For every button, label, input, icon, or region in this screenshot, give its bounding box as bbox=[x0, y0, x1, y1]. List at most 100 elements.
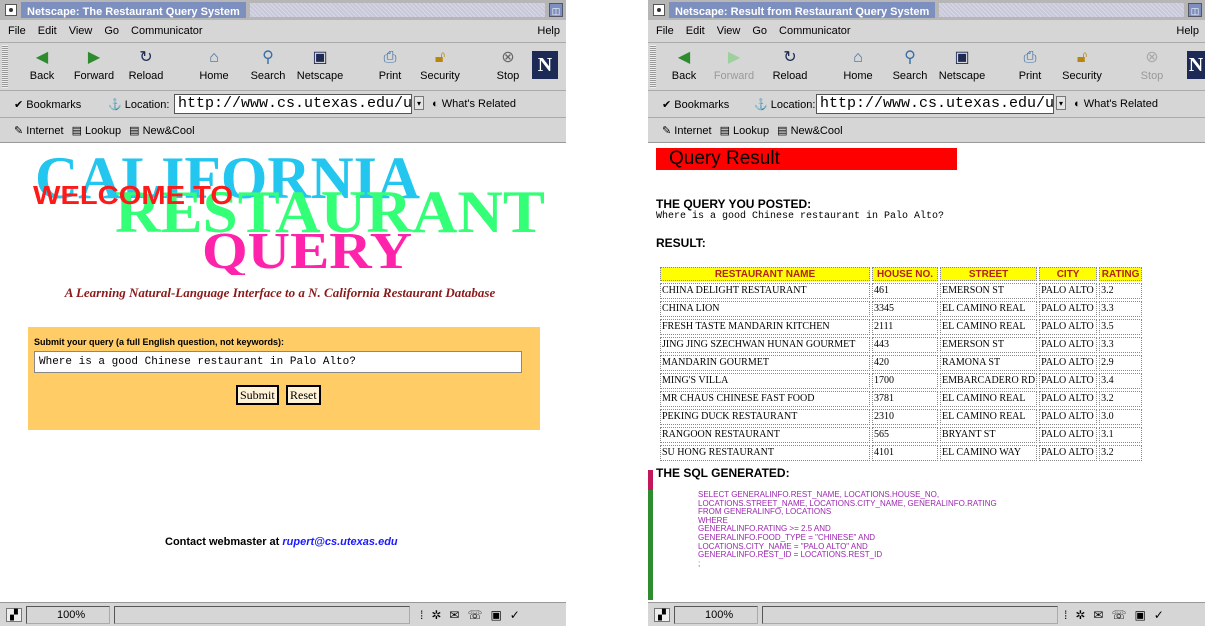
reload-label: Reload bbox=[128, 70, 164, 82]
security-button[interactable]: 🔓︎ Security bbox=[414, 48, 466, 82]
personal-item-lookup[interactable]: ▤ Lookup bbox=[720, 124, 770, 137]
security-button[interactable]: 🔓︎ Security bbox=[1056, 48, 1108, 82]
forward-button[interactable]: ▶ Forward bbox=[68, 48, 120, 82]
table-cell: EMERSON ST bbox=[940, 283, 1038, 299]
back-button[interactable]: ◀ Back bbox=[16, 48, 68, 82]
navigation-toolbar: ◀ Back ▶ Forward ↻ Reload ⌂ Home ⚲ Search ▣ Ne… bbox=[0, 43, 566, 91]
stop-button[interactable]: ⊗ Stop bbox=[1126, 48, 1178, 82]
table-cell: PALO ALTO bbox=[1039, 445, 1098, 461]
stop-button[interactable]: ⊗ Stop bbox=[482, 48, 534, 82]
location-input[interactable]: http://www.cs.utexas.edu/users/ bbox=[174, 94, 412, 114]
menu-help[interactable]: Help bbox=[531, 25, 566, 37]
menu-help[interactable]: Help bbox=[1170, 25, 1205, 37]
page-subtitle: A Learning Natural-Language Interface to… bbox=[64, 285, 496, 300]
reload-label: Reload bbox=[772, 70, 808, 82]
reload-button[interactable]: ↻ Reload bbox=[764, 48, 816, 82]
column-header: RATING bbox=[1099, 267, 1143, 281]
search-button[interactable]: ⚲ Search bbox=[884, 48, 936, 82]
bookmarks-label: Bookmarks bbox=[26, 99, 82, 111]
netscape-logo[interactable]: N bbox=[532, 51, 558, 79]
netscape-button[interactable]: ▣ Netscape bbox=[936, 48, 988, 82]
title-bar-stripe bbox=[939, 3, 1184, 17]
home-label: Home bbox=[199, 70, 229, 82]
netscape-label: Netscape bbox=[938, 70, 986, 82]
home-label: Home bbox=[843, 70, 873, 82]
maximize-icon[interactable]: ◫ bbox=[1188, 3, 1202, 17]
location-dropdown-icon[interactable]: ▾ bbox=[414, 96, 424, 110]
browser-window-result: Netscape: Result from Restaurant Query S… bbox=[648, 0, 1205, 626]
query-form: Submit your query (a full English questi… bbox=[28, 327, 540, 430]
security-status-icon[interactable]: ▞ bbox=[654, 608, 670, 622]
table-cell: 3.1 bbox=[1099, 427, 1143, 443]
personal-item-newcool[interactable]: ▤ New&Cool bbox=[129, 124, 194, 137]
netscape-logo[interactable]: N bbox=[1187, 51, 1205, 79]
menu-communicator[interactable]: Communicator bbox=[125, 25, 209, 37]
toolbar-grip[interactable] bbox=[2, 45, 8, 88]
window-menu-icon[interactable] bbox=[653, 4, 665, 16]
security-status-icon[interactable]: ▞ bbox=[6, 608, 22, 622]
personal-item-newcool[interactable]: ▤ New&Cool bbox=[777, 124, 842, 137]
forward-button[interactable]: ▶ Forward bbox=[708, 48, 760, 82]
home-button[interactable]: ⌂ Home bbox=[832, 48, 884, 82]
table-cell: 3.3 bbox=[1099, 337, 1143, 353]
back-button[interactable]: ◀ Back bbox=[658, 48, 710, 82]
print-button[interactable]: ⎙ Print bbox=[364, 48, 416, 82]
title-bar[interactable]: Netscape: Result from Restaurant Query S… bbox=[648, 0, 1205, 20]
menu-file[interactable]: File bbox=[0, 25, 32, 37]
table-cell: 420 bbox=[872, 355, 938, 371]
column-header: HOUSE NO. bbox=[872, 267, 938, 281]
security-label: Security bbox=[1062, 70, 1102, 82]
menu-edit[interactable]: Edit bbox=[680, 25, 711, 37]
menu-view[interactable]: View bbox=[711, 25, 747, 37]
home-icon: ⌂ bbox=[209, 49, 219, 66]
back-label: Back bbox=[29, 70, 55, 82]
personal-item-internet[interactable]: ✎ Internet bbox=[662, 124, 712, 137]
whats-related-button[interactable]: ◐ What's Related bbox=[432, 98, 516, 110]
component-bar-icons[interactable]: ⁞✲✉☏▣✓ bbox=[420, 608, 528, 622]
table-cell: 3781 bbox=[872, 391, 938, 407]
table-cell: 4101 bbox=[872, 445, 938, 461]
submit-button[interactable]: Submit bbox=[236, 385, 279, 405]
location-dropdown-icon[interactable]: ▾ bbox=[1056, 96, 1066, 110]
search-button[interactable]: ⚲ Search bbox=[242, 48, 294, 82]
location-toolbar: ✔ Bookmarks ⚓ Location: http://www.cs.ut… bbox=[648, 91, 1205, 118]
status-message bbox=[114, 606, 410, 624]
whats-related-button[interactable]: ◐ What's Related bbox=[1074, 98, 1158, 110]
table-row: RANGOON RESTAURANT 565 BRYANT ST PALO ALTO 3… bbox=[660, 427, 1143, 443]
menu-communicator[interactable]: Communicator bbox=[773, 25, 857, 37]
search-label: Search bbox=[250, 70, 286, 82]
home-button[interactable]: ⌂ Home bbox=[188, 48, 240, 82]
menu-go[interactable]: Go bbox=[746, 25, 773, 37]
results-header-row: RESTAURANT NAME HOUSE NO. STREET CITY RA… bbox=[660, 267, 1143, 281]
window-menu-icon[interactable] bbox=[5, 4, 17, 16]
bookmarks-button[interactable]: ✔ Bookmarks bbox=[662, 98, 729, 111]
menu-view[interactable]: View bbox=[63, 25, 99, 37]
netscape-button[interactable]: ▣ Netscape bbox=[294, 48, 346, 82]
maximize-icon[interactable]: ◫ bbox=[549, 3, 563, 17]
table-row: JING JING SZECHWAN HUNAN GOURMET 443 EMERS… bbox=[660, 337, 1143, 353]
table-cell: 3.5 bbox=[1099, 319, 1143, 335]
query-input[interactable]: Where is a good Chinese restaurant in Pa… bbox=[34, 351, 522, 373]
toolbar-grip[interactable] bbox=[650, 45, 656, 88]
webmaster-email-link[interactable]: rupert@cs.utexas.edu bbox=[282, 536, 397, 548]
table-cell: 565 bbox=[872, 427, 938, 443]
location-input[interactable]: http://www.cs.utexas.edu/users/ bbox=[816, 94, 1054, 114]
table-row: PEKING DUCK RESTAURANT 2310 EL CAMINO REAL… bbox=[660, 409, 1143, 425]
menu-edit[interactable]: Edit bbox=[32, 25, 63, 37]
menu-bar: File Edit View Go Communicator Help bbox=[0, 20, 566, 43]
table-cell: PALO ALTO bbox=[1039, 373, 1098, 389]
menu-file[interactable]: File bbox=[648, 25, 680, 37]
reload-button[interactable]: ↻ Reload bbox=[120, 48, 172, 82]
table-cell: PALO ALTO bbox=[1039, 409, 1098, 425]
title-bar[interactable]: Netscape: The Restaurant Query System ◫ bbox=[0, 0, 566, 20]
personal-item-lookup[interactable]: ▤ Lookup bbox=[72, 124, 122, 137]
stop-label: Stop bbox=[496, 70, 520, 82]
print-button[interactable]: ⎙ Print bbox=[1004, 48, 1056, 82]
bookmarks-button[interactable]: ✔ Bookmarks bbox=[14, 98, 81, 111]
menu-go[interactable]: Go bbox=[98, 25, 125, 37]
reset-button[interactable]: Reset bbox=[286, 385, 321, 405]
personal-item-internet[interactable]: ✎ Internet bbox=[14, 124, 64, 137]
component-bar-icons[interactable]: ⁞✲✉☏▣✓ bbox=[1064, 608, 1172, 622]
security-lock-icon: 🔓︎ bbox=[1076, 49, 1088, 66]
sql-text: SELECT GENERALINFO.REST_NAME, LOCATIONS.… bbox=[698, 490, 997, 568]
